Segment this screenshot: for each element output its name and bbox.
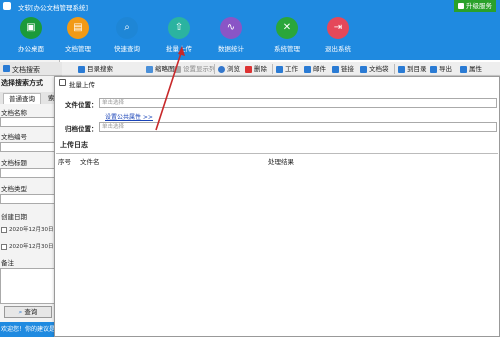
upload-log-table: 序号 文件名 处理结果 <box>56 153 498 336</box>
columns-icon <box>174 65 181 73</box>
toolbar-quick-search-button[interactable]: ⌕ 快速查询 <box>99 17 155 59</box>
tools-icon: ✕ <box>276 17 298 39</box>
date-from-picker[interactable]: 2020年12月30日 <box>1 225 54 233</box>
func-properties-button[interactable]: 属性 <box>460 64 482 74</box>
func-link-button[interactable]: 链接 <box>332 64 354 74</box>
upgrade-label: 升级服务 <box>466 2 492 10</box>
toolbar-batch-upload-button[interactable]: ⇧ 批量上传 <box>151 17 207 59</box>
mail-icon <box>304 65 311 73</box>
person-icon <box>276 65 283 73</box>
func-export-button[interactable]: 导出 <box>430 64 452 74</box>
tab-doc-search[interactable]: 文档搜索 <box>0 62 62 76</box>
divider <box>272 64 273 74</box>
doc-number-input[interactable] <box>0 142 59 152</box>
divider <box>394 64 395 74</box>
toolbar-label: 数据统计 <box>218 45 244 53</box>
func-delete-button[interactable]: 删除 <box>245 64 267 74</box>
column-header-result: 处理结果 <box>268 158 294 166</box>
doc-search-icon <box>3 65 10 72</box>
folder-icon <box>78 65 85 73</box>
toolbar-label: 快速查询 <box>114 45 140 53</box>
upgrade-icon <box>458 3 464 9</box>
upgrade-service-button[interactable]: 升级服务 <box>454 0 496 12</box>
doc-tag-label: 文档标题 <box>1 159 27 167</box>
document-icon: ▤ <box>67 17 89 39</box>
column-header-index: 序号 <box>58 158 71 166</box>
toolbar-label: 文档管理 <box>65 45 91 53</box>
upload-icon: ⇧ <box>168 17 190 39</box>
doc-type-input[interactable] <box>0 194 59 204</box>
search-mode-title: 选择搜索方式 <box>1 79 43 87</box>
archive-location-label: 归档位置： <box>65 125 98 133</box>
toolbar-label: 系统管理 <box>274 45 300 53</box>
func-work-button[interactable]: 工作 <box>276 64 298 74</box>
date-to-checkbox[interactable] <box>1 243 7 250</box>
remark-textarea[interactable] <box>0 268 59 304</box>
window-title: 文软[办公文档管理系统] <box>18 4 89 12</box>
function-toolbar: 目录搜索 缩略图 设置显示列 浏览 删除 工作 邮件 链接 文档袋 到目录 导出… <box>62 62 500 76</box>
eye-icon <box>218 65 225 73</box>
go-folder-icon <box>398 65 405 73</box>
desktop-icon: ▣ <box>20 17 42 39</box>
toolbar-doc-manage-button[interactable]: ▤ 文档管理 <box>50 17 106 59</box>
toolbar-label: 批量上传 <box>166 45 192 53</box>
archive-location-input[interactable]: 单击选择 <box>99 122 497 132</box>
query-button[interactable]: ⌕ 查询 <box>4 306 52 318</box>
main-toolbar: ▣ 办公桌面 ▤ 文档管理 ⌕ 快速查询 ⇧ 批量上传 ∿ 数据统计 ✕ 系统管… <box>0 12 500 60</box>
doc-name-label: 文档名称 <box>1 109 27 117</box>
date-from-checkbox[interactable] <box>1 226 7 233</box>
func-go-dir-button[interactable]: 到目录 <box>398 64 427 74</box>
dialog-title-bar: 批量上传 <box>55 77 499 89</box>
doc-type-label: 文档类型 <box>1 185 27 193</box>
status-bar: 欢迎您！你的建议是 <box>0 322 62 337</box>
bag-icon <box>360 65 367 73</box>
func-columns-button[interactable]: 设置显示列 <box>174 64 216 74</box>
remark-label: 备注 <box>1 259 14 267</box>
toolbar-label: 办公桌面 <box>18 45 44 53</box>
search-panel: 选择搜索方式 普通查询 索 文档名称 文档编号 文档标题 文档类型 创建日期 2… <box>0 60 60 337</box>
doc-number-label: 文档编号 <box>1 133 27 141</box>
thumbnail-icon <box>146 65 153 73</box>
created-date-label: 创建日期 <box>1 213 27 221</box>
chart-icon: ∿ <box>220 17 242 39</box>
date-to-picker[interactable]: 2020年12月30日 <box>1 242 54 250</box>
batch-upload-dialog: 批量上传 文件位置： 单击选择 设置公共属性 >> 归档位置： 单击选择 上传日… <box>54 76 500 337</box>
tab-normal-query[interactable]: 普通查询 <box>3 93 41 104</box>
dialog-title: 批量上传 <box>69 81 95 89</box>
properties-icon <box>460 65 467 73</box>
app-icon <box>3 2 11 10</box>
upload-log-title: 上传日志 <box>60 141 88 149</box>
divider <box>214 64 215 74</box>
file-location-input[interactable]: 单击选择 <box>99 98 497 108</box>
link-icon <box>332 65 339 73</box>
title-bar: 文软[办公文档管理系统] 升级服务 <box>0 0 500 12</box>
toolbar-exit-button[interactable]: ⇥ 退出系统 <box>310 17 366 59</box>
doc-tag-input[interactable] <box>0 168 59 178</box>
column-header-filename: 文件名 <box>80 158 100 166</box>
file-location-label: 文件位置： <box>65 101 98 109</box>
exit-icon: ⇥ <box>327 17 349 39</box>
toolbar-system-manage-button[interactable]: ✕ 系统管理 <box>259 17 315 59</box>
func-thumbnail-button[interactable]: 缩略图 <box>146 64 175 74</box>
func-doc-bag-button[interactable]: 文档袋 <box>360 64 389 74</box>
search-tabs: 普通查询 索 <box>0 92 60 104</box>
toolbar-label: 退出系统 <box>325 45 351 53</box>
doc-name-input[interactable] <box>0 117 59 127</box>
set-common-properties-link[interactable]: 设置公共属性 >> <box>105 112 153 121</box>
toolbar-statistics-button[interactable]: ∿ 数据统计 <box>203 17 259 59</box>
func-mail-button[interactable]: 邮件 <box>304 64 326 74</box>
func-dir-search-button[interactable]: 目录搜索 <box>78 64 113 74</box>
export-icon <box>430 65 437 73</box>
tab-doc-search-label: 文档搜索 <box>12 66 40 74</box>
delete-icon <box>245 65 252 73</box>
search-icon: ⌕ <box>116 17 138 39</box>
func-browse-button[interactable]: 浏览 <box>218 64 240 74</box>
upload-icon <box>59 79 66 86</box>
